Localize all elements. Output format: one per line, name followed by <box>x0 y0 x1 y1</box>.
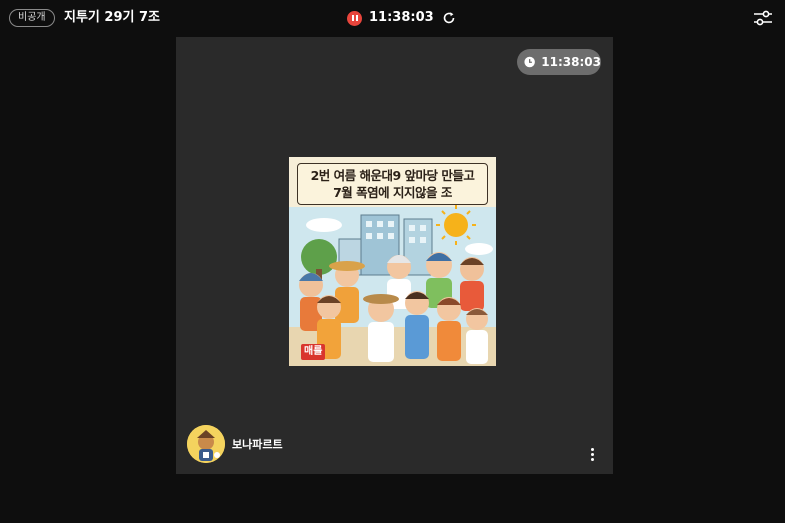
avatar-character-icon <box>187 425 225 463</box>
clock-icon <box>524 56 535 68</box>
more-vertical-icon[interactable] <box>586 446 598 462</box>
author-name: 보나파르트 <box>232 438 283 451</box>
poster-tag: 매를 <box>301 344 326 360</box>
room-title: 지투기 29기 7조 <box>64 10 160 25</box>
clock-pill: 11:38:03 <box>517 49 601 75</box>
recording-status: 11:38:03 <box>347 9 456 27</box>
recording-timer: 11:38:03 <box>369 10 434 25</box>
poster-banner: 2번 여름 해운대9 앞마당 만들고 7월 폭염에 지지않을 조 <box>297 163 488 205</box>
avatar[interactable] <box>187 425 225 463</box>
top-bar: 비공개 지투기 29기 7조 11:38:03 <box>0 0 785 37</box>
pause-icon[interactable] <box>347 10 362 26</box>
clock-time: 11:38:03 <box>541 55 601 69</box>
main-stage: 11:38:03 2번 여름 해운대9 앞마당 만들고 7월 폭염에 지지않을 … <box>176 37 613 474</box>
poster-image[interactable]: 2번 여름 해운대9 앞마당 만들고 7월 폭염에 지지않을 조 매를 <box>289 157 496 366</box>
poster-line-1: 2번 여름 해운대9 앞마당 만들고 <box>310 168 475 183</box>
refresh-icon[interactable] <box>442 11 456 25</box>
poster-line-2: 7월 폭염에 지지않을 조 <box>333 185 452 200</box>
settings-sliders-icon[interactable] <box>752 9 774 27</box>
visibility-badge: 비공개 <box>9 9 55 27</box>
author-info[interactable]: 보나파르트 <box>187 424 283 464</box>
